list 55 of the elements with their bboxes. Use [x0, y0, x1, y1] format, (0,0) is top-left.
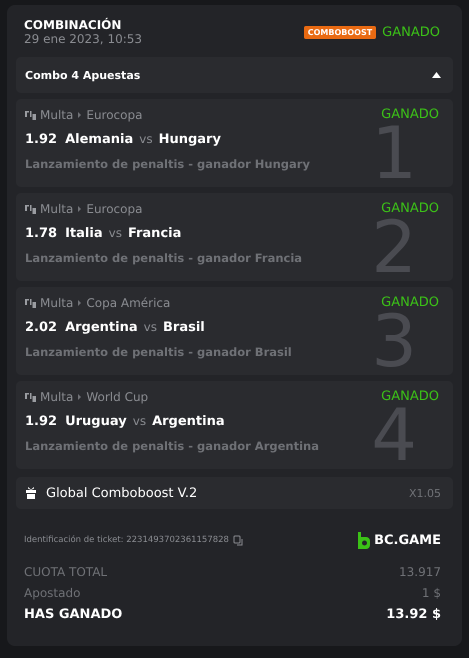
total-label: HAS GANADO: [24, 607, 122, 622]
odds-value: 1.92: [25, 414, 58, 429]
combo-label: Combo 4 Apuestas: [25, 68, 140, 82]
brand-name: BC.GAME: [374, 532, 441, 548]
chevron-icon: [77, 112, 82, 118]
home-team: Alemania: [65, 132, 134, 147]
home-team: Argentina: [65, 320, 138, 335]
odds-value: 1.92: [25, 132, 58, 147]
copy-icon[interactable]: [232, 534, 244, 546]
away-team: Francia: [128, 226, 182, 241]
sport-label: Multa: [40, 390, 74, 404]
total-value: 13.92 $: [386, 607, 441, 622]
odds-value: 1.78: [25, 226, 58, 241]
league-label: Copa América: [86, 296, 170, 310]
total-value: 1 $: [422, 586, 441, 600]
market-label: Lanzamiento de penaltis - ganador Francia: [25, 251, 304, 265]
league-label: Eurocopa: [86, 202, 142, 216]
away-team: Brasil: [163, 320, 205, 335]
total-label: CUOTA TOTAL: [24, 565, 108, 579]
leg-status: GANADO: [381, 201, 439, 216]
total-value: 13.917: [399, 565, 441, 579]
ticket-id: Identificación de ticket: 2231493702361157828: [24, 535, 229, 545]
odds-value: 2.02: [25, 320, 58, 335]
leg-status: GANADO: [381, 295, 439, 310]
comboboost-badge: COMBOBOOST: [304, 26, 376, 38]
league-label: Eurocopa: [86, 108, 142, 122]
combo-header[interactable]: Combo 4 Apuestas: [16, 57, 453, 93]
market-label: Lanzamiento de penaltis - ganador Argentina: [25, 439, 320, 453]
bet-status: GANADO: [382, 24, 440, 40]
leg-status: GANADO: [381, 107, 439, 122]
league-label: World Cup: [86, 390, 148, 404]
sport-label: Multa: [40, 202, 74, 216]
chevron-icon: [77, 394, 82, 400]
market-label: Lanzamiento de penaltis - ganador Hungary: [25, 157, 311, 171]
versus-label: vs: [132, 414, 146, 428]
boost-multiplier: X1.05: [408, 486, 441, 500]
boost-label: Global Comboboost V.2: [46, 486, 198, 500]
versus-label: vs: [139, 132, 153, 146]
bet-date: 29 ene 2023, 10:53: [24, 32, 142, 46]
market-label: Lanzamiento de penaltis - ganador Brasil: [25, 345, 293, 359]
leg-status: GANADO: [381, 389, 439, 404]
home-team: Uruguay: [65, 414, 127, 429]
versus-label: vs: [108, 226, 122, 240]
gift-icon: [25, 487, 37, 499]
away-team: Argentina: [152, 414, 225, 429]
chevron-icon: [77, 206, 82, 212]
brand-logo-icon: [357, 532, 370, 548]
away-team: Hungary: [158, 132, 221, 147]
sport-label: Multa: [40, 108, 74, 122]
home-team: Italia: [65, 226, 103, 241]
chevron-icon: [77, 300, 82, 306]
total-label: Apostado: [24, 586, 80, 600]
versus-label: vs: [144, 320, 157, 334]
sport-label: Multa: [40, 296, 74, 310]
bet-title: COMBINACIÓN: [24, 18, 122, 32]
